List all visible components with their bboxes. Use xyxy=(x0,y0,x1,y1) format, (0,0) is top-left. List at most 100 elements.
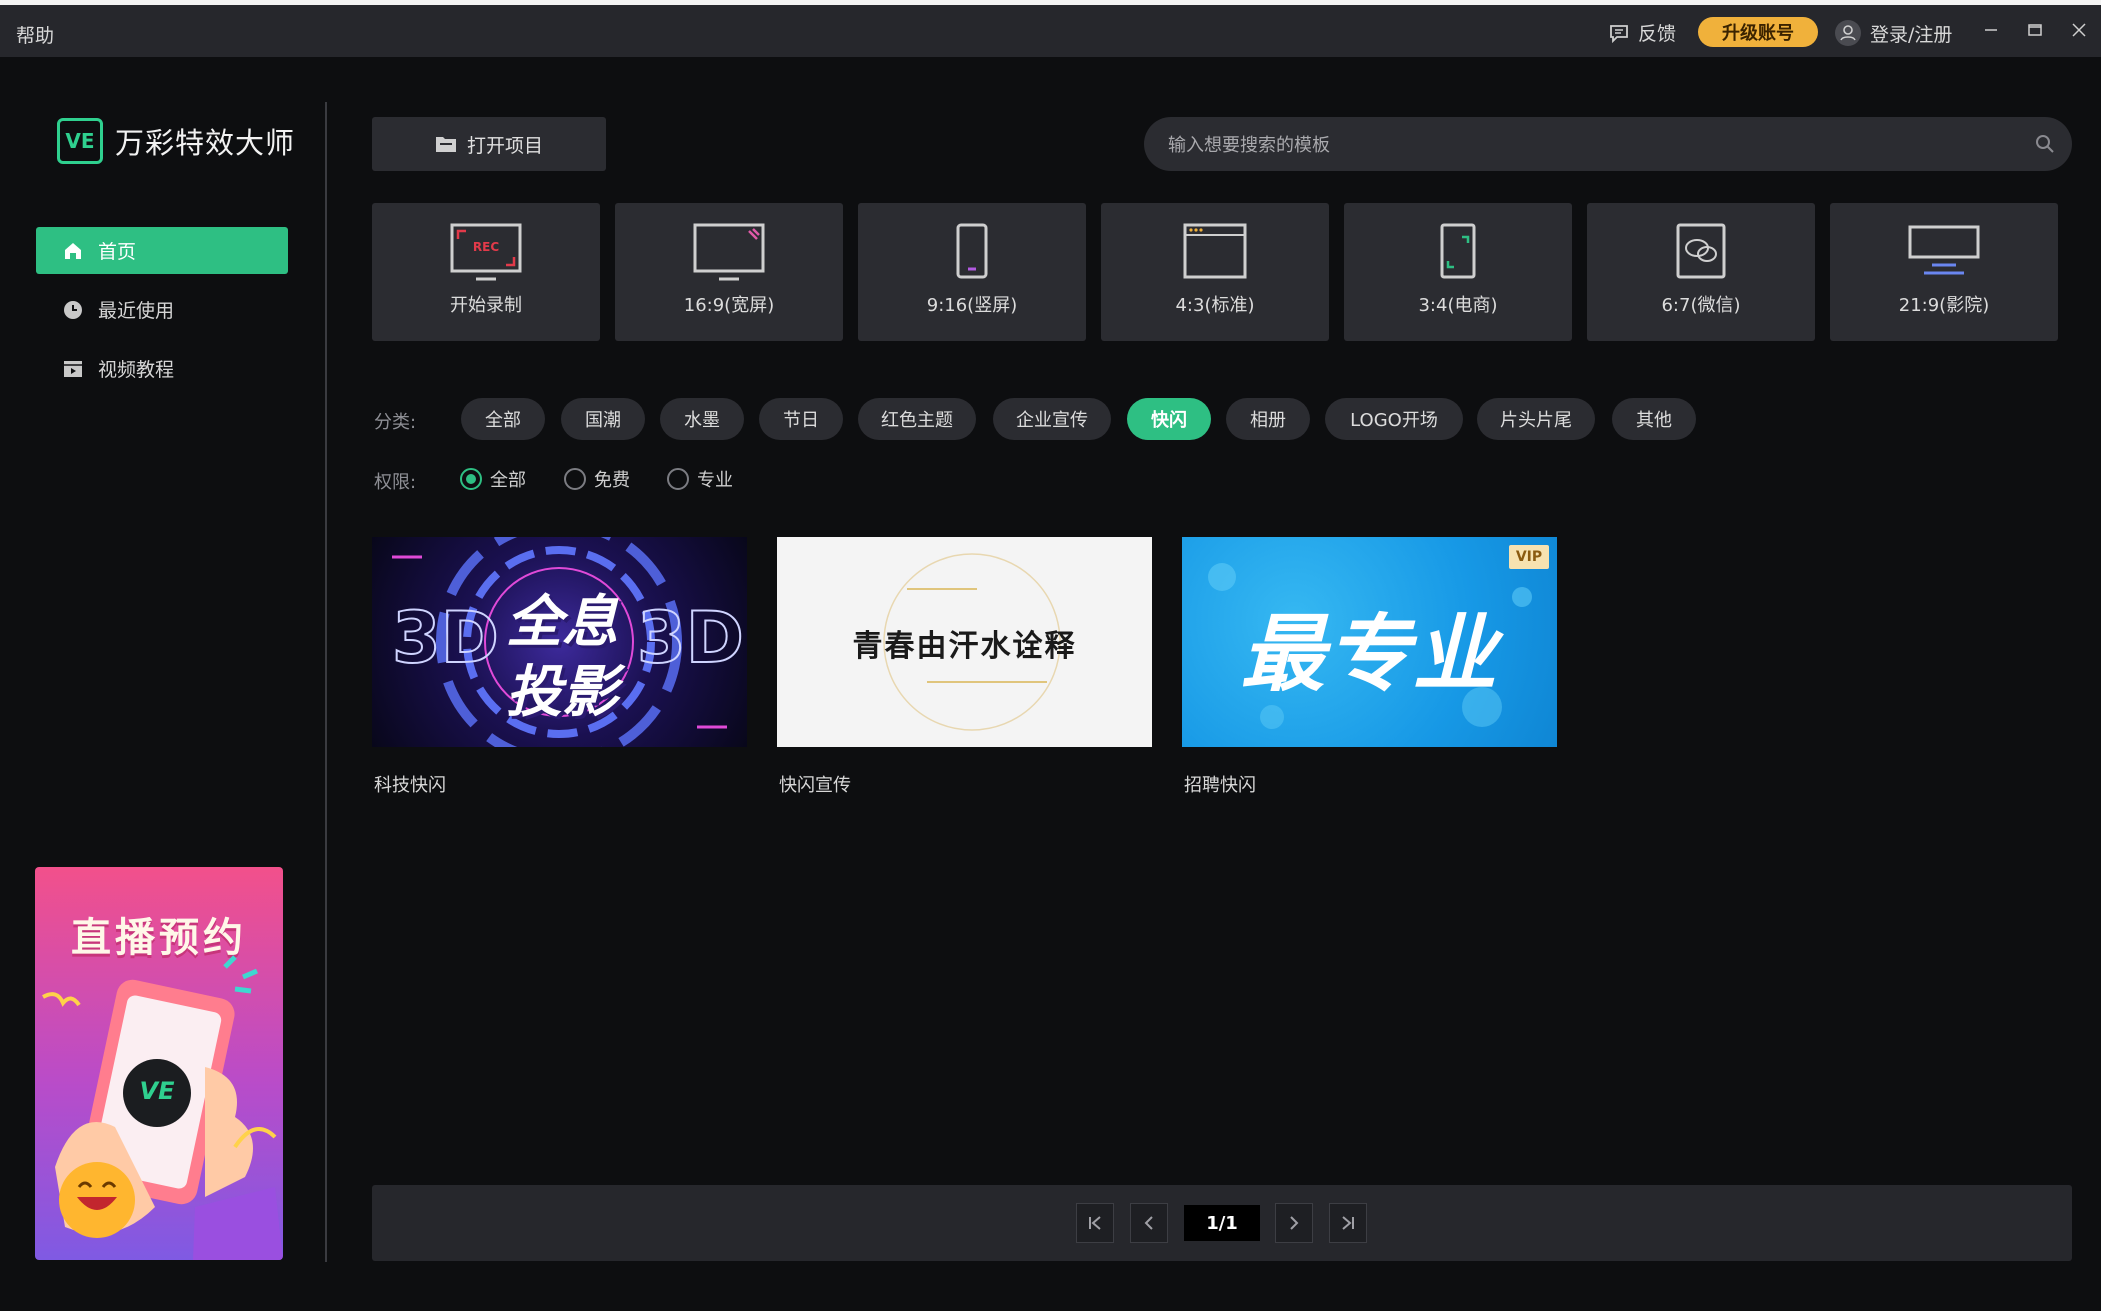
template-name: 科技快闪 xyxy=(374,775,446,796)
wechat-icon xyxy=(1676,223,1726,279)
logo-mark: VE xyxy=(57,118,103,164)
widescreen-icon xyxy=(693,223,765,281)
app-name: 万彩特效大师 xyxy=(115,126,296,160)
permission-radio-all[interactable]: 全部 xyxy=(460,466,526,492)
upgrade-account-button[interactable]: 升级账号 xyxy=(1698,17,1818,47)
template-thumbnail[interactable]: VIP 最专业 xyxy=(1182,537,1557,747)
sidebar-item-label: 首页 xyxy=(98,241,137,263)
app-logo: VE 万彩特效大师 xyxy=(57,118,295,164)
sidebar-item-recent[interactable]: 最近使用 xyxy=(36,286,288,333)
category-chip-album[interactable]: 相册 xyxy=(1226,398,1310,440)
login-label: 登录/注册 xyxy=(1870,23,1953,46)
ecommerce-icon xyxy=(1440,223,1476,279)
record-icon: REC xyxy=(450,223,522,281)
clock-icon xyxy=(64,300,82,319)
template-card[interactable]: VIP 最专业 招聘快闪 xyxy=(1182,537,1557,797)
ratio-16-9-card[interactable]: 16:9(宽屏) xyxy=(615,203,843,341)
category-label: 分类: xyxy=(374,412,417,433)
template-card[interactable]: 3D 3D 全息 投影 科技快闪 xyxy=(372,537,747,797)
folder-icon xyxy=(435,137,456,152)
radio-label: 全部 xyxy=(490,470,526,491)
first-page-button[interactable] xyxy=(1076,1203,1114,1243)
category-chip-all[interactable]: 全部 xyxy=(461,398,545,440)
template-search-input[interactable]: 输入想要搜索的模板 xyxy=(1144,117,2072,171)
open-project-label: 打开项目 xyxy=(466,134,543,157)
help-menu[interactable]: 帮助 xyxy=(16,21,54,48)
template-name: 快闪宣传 xyxy=(779,775,851,796)
minimize-button[interactable] xyxy=(1976,15,2006,45)
close-button[interactable] xyxy=(2064,15,2094,45)
thumb-title-line1: 全息 xyxy=(506,590,618,655)
sidebar-item-tutorials[interactable]: 视频教程 xyxy=(36,345,288,392)
sidebar-divider xyxy=(325,102,327,1262)
chevron-right-icon xyxy=(1290,1216,1299,1230)
thumb-title-line2: 投影 xyxy=(506,660,618,725)
prev-page-button[interactable] xyxy=(1130,1203,1168,1243)
template-card[interactable]: 青春由汗水诠释 快闪宣传 xyxy=(777,537,1152,797)
category-chip-corporate[interactable]: 企业宣传 xyxy=(993,398,1111,440)
permission-label: 权限: xyxy=(374,472,417,493)
chevron-left-icon xyxy=(1144,1216,1153,1230)
sidebar-item-label: 最近使用 xyxy=(98,300,175,322)
maximize-button[interactable] xyxy=(2020,15,2050,45)
permission-radio-pro[interactable]: 专业 xyxy=(667,466,733,492)
next-page-button[interactable] xyxy=(1275,1203,1313,1243)
open-project-button[interactable]: 打开项目 xyxy=(372,117,606,171)
radio-dot xyxy=(667,468,689,490)
category-chip-other[interactable]: 其他 xyxy=(1612,398,1696,440)
video-icon xyxy=(64,360,82,377)
ratio-3-4-card[interactable]: 3:4(电商) xyxy=(1344,203,1572,341)
radio-dot xyxy=(460,468,482,490)
category-chip-red-theme[interactable]: 红色主题 xyxy=(858,398,976,440)
vip-badge: VIP xyxy=(1509,545,1549,569)
title-bar: 帮助 反馈 升级账号 登录/注册 xyxy=(0,5,2101,57)
template-thumbnail[interactable]: 青春由汗水诠释 xyxy=(777,537,1152,747)
ratio-label: 开始录制 xyxy=(450,295,522,316)
search-icon[interactable] xyxy=(2034,133,2056,155)
portrait-icon xyxy=(956,223,988,279)
standard-icon xyxy=(1183,223,1247,279)
ratio-label: 3:4(电商) xyxy=(1418,295,1498,316)
search-placeholder: 输入想要搜索的模板 xyxy=(1168,135,1330,156)
live-booking-banner[interactable]: 直播预约 VE xyxy=(35,867,283,1260)
maximize-icon xyxy=(2028,24,2042,36)
sidebar-item-home[interactable]: 首页 xyxy=(36,227,288,274)
feedback-button[interactable]: 反馈 xyxy=(1608,19,1676,46)
ratio-4-3-card[interactable]: 4:3(标准) xyxy=(1101,203,1329,341)
pagination-bar: 1/1 xyxy=(372,1185,2072,1261)
template-name: 招聘快闪 xyxy=(1184,775,1256,796)
template-thumbnail[interactable]: 3D 3D 全息 投影 xyxy=(372,537,747,747)
category-chip-ink[interactable]: 水墨 xyxy=(660,398,744,440)
user-icon xyxy=(1835,20,1861,46)
login-register-button[interactable]: 登录/注册 xyxy=(1834,19,1952,47)
sidebar-item-label: 视频教程 xyxy=(98,359,175,381)
home-icon xyxy=(65,242,81,259)
ratio-21-9-card[interactable]: 21:9(影院) xyxy=(1830,203,2058,341)
category-chip-festival[interactable]: 节日 xyxy=(759,398,843,440)
radio-label: 专业 xyxy=(697,470,733,491)
last-page-button[interactable] xyxy=(1329,1203,1367,1243)
thumb-title: 青春由汗水诠释 xyxy=(852,629,1077,664)
radio-label: 免费 xyxy=(594,470,630,491)
minimize-icon xyxy=(1985,29,1997,31)
first-page-icon xyxy=(1089,1216,1101,1230)
radio-dot xyxy=(564,468,586,490)
thumb-title: 最专业 xyxy=(1240,605,1499,703)
last-page-icon xyxy=(1342,1216,1354,1230)
feedback-label: 反馈 xyxy=(1638,23,1677,45)
permission-radio-free[interactable]: 免费 xyxy=(564,466,630,492)
category-chip-flash[interactable]: 快闪 xyxy=(1127,398,1211,440)
thumb-side-text: 3D xyxy=(391,596,500,680)
category-chip-logo-intro[interactable]: LOGO开场 xyxy=(1325,398,1463,440)
page-indicator: 1/1 xyxy=(1184,1205,1260,1241)
ratio-label: 6:7(微信) xyxy=(1661,295,1741,316)
thumb-side-text: 3D xyxy=(636,596,745,680)
category-chip-guochao[interactable]: 国潮 xyxy=(561,398,645,440)
chat-icon xyxy=(1610,24,1628,43)
category-chip-intro-outro[interactable]: 片头片尾 xyxy=(1477,398,1595,440)
ratio-6-7-card[interactable]: 6:7(微信) xyxy=(1587,203,1815,341)
ratio-9-16-card[interactable]: 9:16(竖屏) xyxy=(858,203,1086,341)
cinema-icon xyxy=(1908,225,1980,275)
start-recording-card[interactable]: REC 开始录制 xyxy=(372,203,600,341)
close-icon xyxy=(2072,23,2086,37)
